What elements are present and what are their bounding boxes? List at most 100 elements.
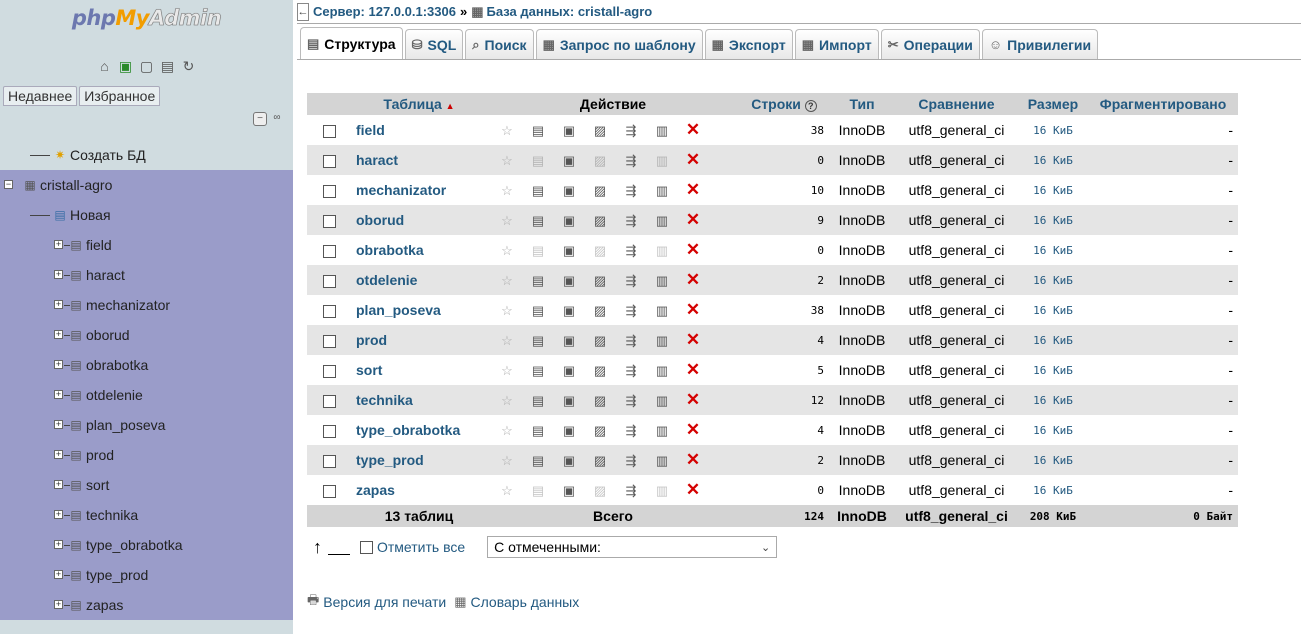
- browse-icon[interactable]: ▤: [530, 123, 546, 139]
- table-name-link[interactable]: oborud: [351, 205, 487, 235]
- empty-icon[interactable]: ▥: [654, 423, 670, 439]
- insert-icon[interactable]: ⇶: [623, 393, 639, 409]
- table-size[interactable]: 16 КиБ: [1018, 205, 1088, 235]
- row-checkbox[interactable]: [322, 334, 336, 348]
- empty-icon[interactable]: ▥: [654, 453, 670, 469]
- tree-table-technika[interactable]: + ▤ technika: [0, 500, 293, 530]
- favorite-star-icon[interactable]: ☆: [499, 483, 515, 499]
- tree-table-label[interactable]: oborud: [86, 327, 130, 343]
- structure-icon[interactable]: ▣: [561, 213, 577, 229]
- table-size[interactable]: 16 КиБ: [1018, 445, 1088, 475]
- drop-icon[interactable]: ✕: [685, 390, 701, 410]
- link-icon[interactable]: ∞: [270, 112, 284, 126]
- search-icon[interactable]: ▨: [592, 453, 608, 469]
- empty-icon[interactable]: ▥: [654, 123, 670, 139]
- create-db-row[interactable]: ✷ Создать БД: [0, 140, 293, 170]
- empty-icon[interactable]: ▥: [654, 363, 670, 379]
- reload-icon[interactable]: ↻: [181, 58, 197, 74]
- tree-table-mechanizator[interactable]: + ▤ mechanizator: [0, 290, 293, 320]
- with-selected-dropdown[interactable]: С отмеченными: ⌄: [487, 536, 778, 558]
- structure-icon[interactable]: ▣: [561, 303, 577, 319]
- structure-icon[interactable]: ▣: [561, 393, 577, 409]
- favorite-star-icon[interactable]: ☆: [499, 273, 515, 289]
- header-type[interactable]: Тип: [829, 93, 895, 115]
- header-collation[interactable]: Сравнение: [895, 93, 1018, 115]
- table-size[interactable]: 16 КиБ: [1018, 385, 1088, 415]
- table-name-link[interactable]: field: [351, 115, 487, 145]
- search-icon[interactable]: ▨: [592, 183, 608, 199]
- search-icon[interactable]: ▨: [592, 483, 608, 499]
- search-icon[interactable]: ▨: [592, 363, 608, 379]
- tree-table-oborud[interactable]: + ▤ oborud: [0, 320, 293, 350]
- table-size[interactable]: 16 КиБ: [1018, 235, 1088, 265]
- drop-icon[interactable]: ✕: [685, 420, 701, 440]
- browse-icon[interactable]: ▤: [530, 243, 546, 259]
- favorite-star-icon[interactable]: ☆: [499, 123, 515, 139]
- expand-table-icon[interactable]: +: [54, 570, 63, 579]
- favorite-star-icon[interactable]: ☆: [499, 303, 515, 319]
- table-size[interactable]: 16 КиБ: [1018, 295, 1088, 325]
- empty-icon[interactable]: ▥: [654, 483, 670, 499]
- search-icon[interactable]: ▨: [592, 213, 608, 229]
- tree-table-label[interactable]: otdelenie: [86, 387, 143, 403]
- tree-table-label[interactable]: obrabotka: [86, 357, 148, 373]
- structure-icon[interactable]: ▣: [561, 423, 577, 439]
- drop-icon[interactable]: ✕: [685, 120, 701, 140]
- structure-icon[interactable]: ▣: [561, 183, 577, 199]
- browse-icon[interactable]: ▤: [530, 423, 546, 439]
- drop-icon[interactable]: ✕: [685, 480, 701, 500]
- drop-icon[interactable]: ✕: [685, 450, 701, 470]
- drop-icon[interactable]: ✕: [685, 270, 701, 290]
- drop-icon[interactable]: ✕: [685, 180, 701, 200]
- favorite-star-icon[interactable]: ☆: [499, 213, 515, 229]
- tree-table-label[interactable]: technika: [86, 507, 138, 523]
- tree-table-label[interactable]: prod: [86, 447, 114, 463]
- search-icon[interactable]: ▨: [592, 333, 608, 349]
- table-name-link[interactable]: technika: [351, 385, 487, 415]
- table-name-link[interactable]: type_obrabotka: [351, 415, 487, 445]
- docs-icon[interactable]: ▤: [160, 58, 176, 74]
- row-checkbox[interactable]: [322, 304, 336, 318]
- create-db-link[interactable]: Создать БД: [70, 147, 146, 163]
- favorite-star-icon[interactable]: ☆: [499, 183, 515, 199]
- tree-database-label[interactable]: cristall-agro: [40, 177, 112, 193]
- insert-icon[interactable]: ⇶: [623, 153, 639, 169]
- insert-icon[interactable]: ⇶: [623, 483, 639, 499]
- structure-icon[interactable]: ▣: [561, 273, 577, 289]
- structure-icon[interactable]: ▣: [561, 243, 577, 259]
- structure-icon[interactable]: ▣: [561, 483, 577, 499]
- row-checkbox[interactable]: [322, 454, 336, 468]
- empty-icon[interactable]: ▥: [654, 183, 670, 199]
- browse-icon[interactable]: ▤: [530, 483, 546, 499]
- expand-table-icon[interactable]: +: [54, 510, 63, 519]
- table-size[interactable]: 16 КиБ: [1018, 115, 1088, 145]
- tree-table-label[interactable]: haract: [86, 267, 125, 283]
- browse-icon[interactable]: ▤: [530, 213, 546, 229]
- tab-export[interactable]: ▦ Экспорт: [704, 29, 793, 59]
- tab-import[interactable]: ▦ Импорт: [794, 29, 879, 59]
- favorite-star-icon[interactable]: ☆: [499, 153, 515, 169]
- search-icon[interactable]: ▨: [592, 423, 608, 439]
- drop-icon[interactable]: ✕: [685, 210, 701, 230]
- tab-recent[interactable]: Недавнее: [3, 86, 78, 106]
- row-checkbox[interactable]: [322, 184, 336, 198]
- favorite-star-icon[interactable]: ☆: [499, 423, 515, 439]
- table-name-link[interactable]: mechanizator: [351, 175, 487, 205]
- help-icon[interactable]: ?: [804, 100, 817, 112]
- tab-sql[interactable]: ⛁ SQL: [404, 29, 464, 59]
- home-icon[interactable]: ⌂: [97, 58, 113, 74]
- tree-table-zapas[interactable]: + ▤ zapas: [0, 590, 293, 620]
- browse-icon[interactable]: ▤: [530, 273, 546, 289]
- tree-table-plan_poseva[interactable]: + ▤ plan_poseva: [0, 410, 293, 440]
- search-icon[interactable]: ▨: [592, 243, 608, 259]
- search-icon[interactable]: ▨: [592, 273, 608, 289]
- tree-table-obrabotka[interactable]: + ▤ obrabotka: [0, 350, 293, 380]
- expand-table-icon[interactable]: +: [54, 390, 63, 399]
- empty-icon[interactable]: ▥: [654, 303, 670, 319]
- search-icon[interactable]: ▨: [592, 153, 608, 169]
- table-name-link[interactable]: zapas: [351, 475, 487, 505]
- tab-structure[interactable]: ▤ Структура: [300, 27, 403, 59]
- favorite-star-icon[interactable]: ☆: [499, 453, 515, 469]
- search-icon[interactable]: ▨: [592, 303, 608, 319]
- drop-icon[interactable]: ✕: [685, 330, 701, 350]
